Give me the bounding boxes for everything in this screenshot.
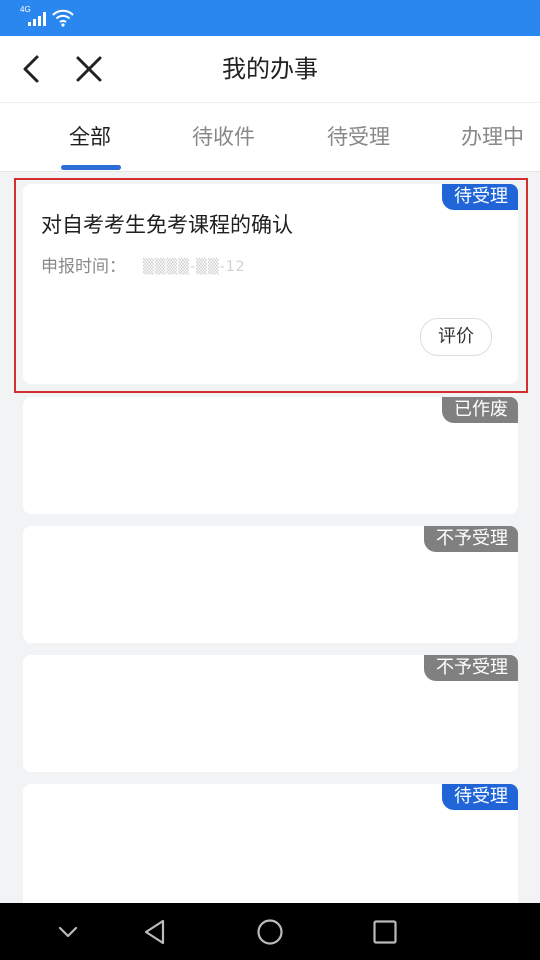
rate-button[interactable]: 评价 [420, 318, 492, 356]
nav-bar: 我的办事 [0, 36, 540, 103]
card-title: 对自考考生免考课程的确认 [41, 213, 293, 237]
status-bar: 4G [0, 0, 540, 36]
tab-bar: 全部 待收件 待受理 办理中 [0, 103, 540, 172]
list-item[interactable]: 已作废 [23, 397, 518, 514]
active-tab-indicator [61, 165, 121, 170]
list-item[interactable]: 不予受理 [23, 526, 518, 643]
status-badge: 不予受理 [424, 655, 518, 681]
collapse-icon[interactable] [53, 917, 83, 947]
page-title: 我的办事 [222, 55, 318, 83]
list-item[interactable]: 待受理 对自考考生免考课程的确认 申报时间： ▒▒▒▒-▒▒-12 评价 [23, 184, 518, 384]
status-badge: 已作废 [442, 397, 518, 423]
home-circle-icon[interactable] [255, 917, 285, 947]
signal-icon [28, 12, 46, 26]
recents-square-icon[interactable] [370, 917, 400, 947]
status-badge: 不予受理 [424, 526, 518, 552]
list-item[interactable]: 不予受理 [23, 655, 518, 772]
tab-pending-receipt[interactable]: 待收件 [192, 123, 255, 151]
tab-in-progress[interactable]: 办理中 [461, 123, 524, 151]
status-badge: 待受理 [442, 784, 518, 810]
submit-time-value: ▒▒▒▒-▒▒-12 [143, 259, 246, 275]
tab-pending-acceptance[interactable]: 待受理 [327, 123, 390, 151]
status-badge: 待受理 [442, 184, 518, 210]
list-item[interactable]: 待受理 [23, 784, 518, 909]
back-triangle-icon[interactable] [140, 917, 170, 947]
system-nav-bar [0, 903, 540, 960]
submit-time-label: 申报时间： [41, 257, 126, 277]
wifi-icon [52, 9, 74, 27]
tab-all[interactable]: 全部 [69, 123, 111, 151]
